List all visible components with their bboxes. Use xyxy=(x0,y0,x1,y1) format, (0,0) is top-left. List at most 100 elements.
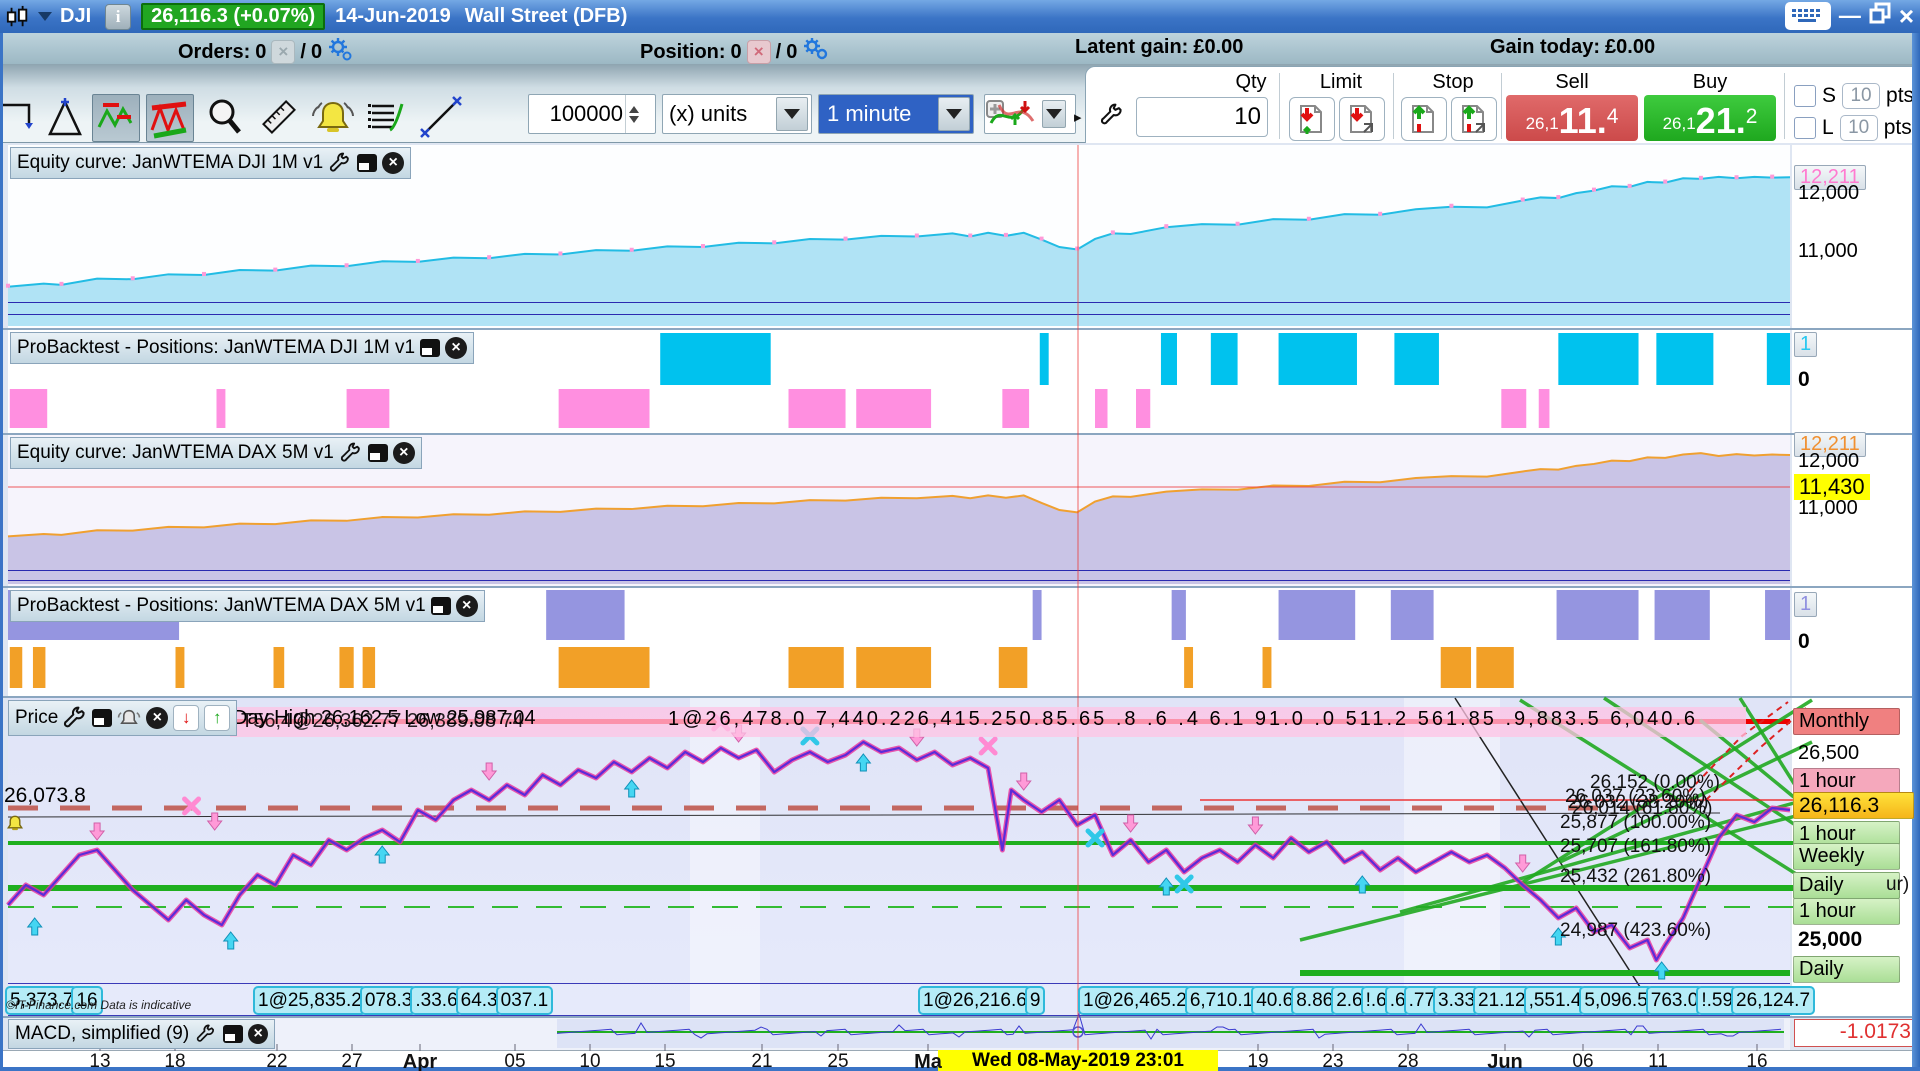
triangle-tool-icon[interactable] xyxy=(42,94,88,140)
close-position-icon[interactable]: × xyxy=(746,40,771,64)
panel-expand-arrow-icon[interactable]: ▸ xyxy=(1074,108,1082,126)
limit-checkbox[interactable] xyxy=(1794,117,1816,139)
session-date: 14-Jun-2019 xyxy=(335,5,451,27)
window-icon[interactable] xyxy=(430,597,451,615)
equity-dax-title: Equity curve: JanWTEMA DAX 5M v1 xyxy=(17,442,334,463)
wrench-icon[interactable] xyxy=(194,1022,218,1046)
cancel-orders-icon[interactable]: × xyxy=(271,40,296,64)
window-icon[interactable] xyxy=(367,444,388,462)
buy-button[interactable]: 26,1 21. 2 xyxy=(1644,95,1776,141)
buy-marker-doc-icon[interactable]: ↑ xyxy=(204,705,231,731)
price-title: Price xyxy=(15,707,59,728)
price-plot[interactable] xyxy=(8,698,1790,1018)
close-panel-icon[interactable]: × xyxy=(382,152,405,174)
sell-header: Sell xyxy=(1555,71,1589,93)
limit-pts-input[interactable] xyxy=(1839,115,1878,141)
minimize-button[interactable]: — xyxy=(1839,2,1861,30)
stop-sell-order-button[interactable] xyxy=(1401,97,1447,141)
timeframe-select[interactable]: 1 minute xyxy=(818,94,974,134)
window-icon[interactable] xyxy=(223,1025,244,1043)
price-header: Price × ↓ ↑ xyxy=(8,700,238,736)
sell-price-main: 11. xyxy=(1558,100,1607,141)
latent-gain: Latent gain: £0.00 xyxy=(1075,36,1243,59)
latent-gain-label: Latent gain: xyxy=(1075,36,1189,58)
units-select[interactable]: (x) units xyxy=(662,94,812,134)
wrench-icon[interactable] xyxy=(63,706,87,730)
limit-checkbox-label: L xyxy=(1822,116,1834,139)
positions-dji-header: ProBacktest - Positions: JanWTEMA DJI 1M… xyxy=(10,332,475,364)
indicator-caret-icon[interactable] xyxy=(1042,100,1066,128)
window-border-right xyxy=(1912,33,1920,1071)
close-panel-icon[interactable]: × xyxy=(392,442,415,464)
level-price-label: 26,073.8 xyxy=(4,784,86,807)
watermark: ©IT-Finance.com Data is indicative xyxy=(6,998,192,1012)
units-select-caret-icon[interactable] xyxy=(776,97,808,131)
positions-dji-scale-column xyxy=(1792,330,1912,433)
units-select-value: (x) units xyxy=(669,101,748,126)
stop-header: Stop xyxy=(1432,71,1474,93)
buy-price-prefix: 26,1 xyxy=(1662,114,1696,133)
keyboard-icon[interactable] xyxy=(1784,2,1831,30)
order-settings-wrench-icon[interactable] xyxy=(1100,103,1124,127)
limit-order-row: L pts xyxy=(1794,115,1912,141)
orders-count: 0 xyxy=(255,40,267,63)
sell-button[interactable]: 26,1 11. 4 xyxy=(1506,95,1638,141)
close-panel-icon[interactable]: × xyxy=(455,595,478,617)
close-button[interactable]: × xyxy=(1899,2,1914,30)
sell-marker-doc-icon[interactable]: ↓ xyxy=(173,705,200,731)
candlestick-chart-icon[interactable] xyxy=(6,5,30,29)
order-list-icon[interactable] xyxy=(364,94,410,140)
buy-header: Buy xyxy=(1692,71,1728,93)
position-count: 0 xyxy=(730,40,742,63)
orders-label: Orders: xyxy=(178,40,251,63)
info-icon[interactable]: i xyxy=(105,3,132,30)
wrench-icon[interactable] xyxy=(339,441,363,465)
limit-sell-order-button[interactable] xyxy=(1289,97,1335,141)
restore-button[interactable] xyxy=(1869,2,1891,30)
limit-buy-order-button[interactable] xyxy=(1339,97,1385,141)
window-icon[interactable] xyxy=(357,154,378,172)
equity-dax-scale-column xyxy=(1792,435,1912,586)
close-panel-icon[interactable]: × xyxy=(146,707,169,729)
window-icon[interactable] xyxy=(92,709,113,727)
market-name: Wall Street (DFB) xyxy=(464,5,628,27)
stop-pts-input[interactable] xyxy=(1842,83,1881,109)
stop-checkbox[interactable] xyxy=(1794,85,1816,107)
orders-count-2: 0 xyxy=(310,40,323,63)
sell-price-prefix: 26,1 xyxy=(1525,114,1559,133)
rectangle-tool-icon[interactable] xyxy=(0,94,40,140)
weekend-shading xyxy=(1404,698,1500,1018)
qty-input[interactable] xyxy=(1136,97,1268,137)
alarm-bell-icon[interactable] xyxy=(310,94,356,140)
quantity-stepper[interactable] xyxy=(625,95,642,133)
position-count-2: 0 xyxy=(786,40,798,63)
limit-pts-label: pts xyxy=(1883,116,1912,139)
window-icon[interactable] xyxy=(420,339,441,357)
trailing-stop-label: T56,4@26,362.77 26,389.08 74 xyxy=(241,710,524,732)
timeframe-select-value: 1 minute xyxy=(827,101,912,126)
quantity-field-wrap xyxy=(528,94,656,134)
trading-platform-window: DJI i 26,116.3 (+0.07%) 14-Jun-2019 Wall… xyxy=(0,0,1920,1071)
alarm-bell-marker-icon[interactable] xyxy=(4,812,26,839)
buy-price-decimal: 2 xyxy=(1745,105,1758,128)
wrench-icon[interactable] xyxy=(328,151,352,175)
zigzag-tool-icon[interactable] xyxy=(92,94,140,142)
add-indicator-button[interactable] xyxy=(984,94,1076,134)
instrument-symbol: DJI xyxy=(60,5,92,27)
close-panel-icon[interactable]: × xyxy=(445,337,468,359)
ruler-tool-icon[interactable] xyxy=(256,94,302,140)
timeframe-select-caret-icon[interactable] xyxy=(938,97,970,131)
stop-buy-order-button[interactable] xyxy=(1451,97,1497,141)
quote-badge: 26,116.3 (+0.07%) xyxy=(141,3,326,30)
stop-pts-label: pts xyxy=(1886,84,1915,107)
zoom-tool-icon[interactable] xyxy=(202,94,248,140)
macd-strip xyxy=(557,1019,1784,1048)
position-label: Position: xyxy=(640,40,726,63)
close-panel-icon[interactable]: × xyxy=(248,1024,269,1044)
weekend-shading xyxy=(690,698,760,1018)
trendline-tool-icon[interactable] xyxy=(418,94,464,140)
instrument-dropdown-caret[interactable] xyxy=(38,12,52,21)
zigzag-channel-tool-icon[interactable] xyxy=(146,94,194,142)
quantity-input[interactable] xyxy=(529,100,625,128)
bell-icon[interactable] xyxy=(117,706,141,730)
